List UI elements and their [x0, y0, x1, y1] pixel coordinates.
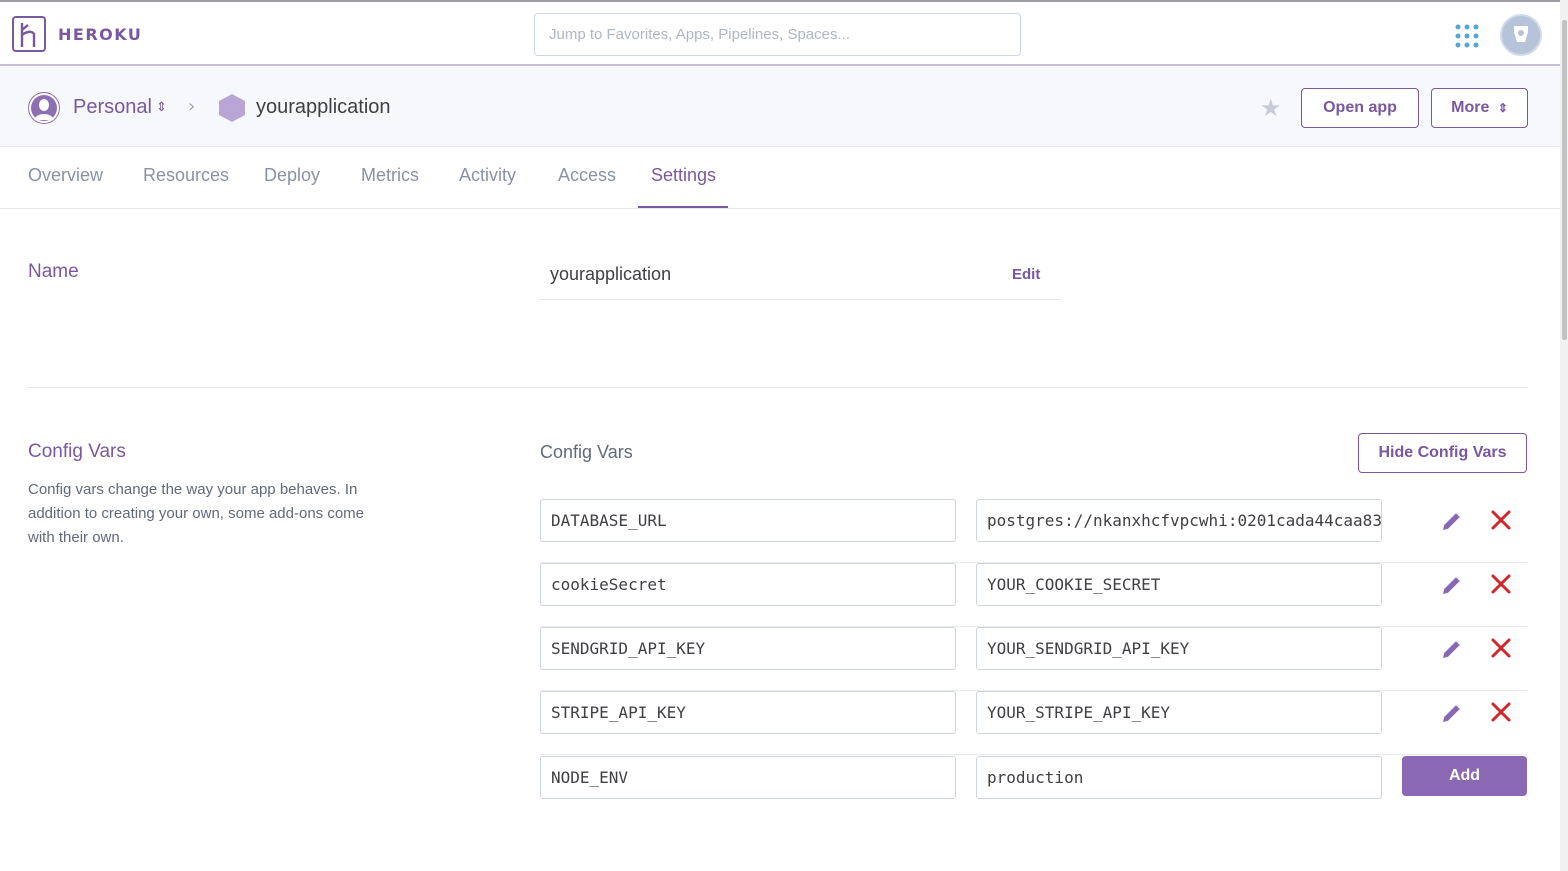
- pencil-icon[interactable]: [1440, 509, 1464, 533]
- section-divider: [28, 387, 1528, 388]
- config-var-key-field[interactable]: SENDGRID_API_KEY: [540, 627, 956, 670]
- config-var-row: STRIPE_API_KEY YOUR_STRIPE_API_KEY: [540, 691, 1527, 755]
- new-config-var-key-input[interactable]: [540, 756, 956, 799]
- config-vars-subtitle: Config Vars: [540, 442, 633, 462]
- config-vars-section-title: Config Vars: [28, 441, 126, 462]
- edit-name-link[interactable]: Edit: [1012, 266, 1040, 283]
- app-name-breadcrumb[interactable]: yourapplication: [256, 96, 391, 119]
- up-down-chevron-icon[interactable]: ⇕: [156, 100, 167, 115]
- breadcrumb-chevron-icon: ›: [188, 96, 196, 117]
- delete-x-icon[interactable]: [1490, 509, 1512, 531]
- heroku-logo[interactable]: HEROKU: [12, 16, 142, 52]
- active-tab-indicator: [638, 206, 728, 208]
- config-var-key-field[interactable]: cookieSecret: [540, 563, 956, 606]
- tab-access[interactable]: Access: [558, 165, 616, 186]
- config-vars-description: Config vars change the way your app beha…: [28, 481, 365, 546]
- scrollbar-thumb[interactable]: [1562, 20, 1567, 340]
- app-hexagon-icon: [219, 94, 245, 122]
- more-button[interactable]: More ⇕: [1431, 88, 1528, 128]
- tab-overview[interactable]: Overview: [28, 165, 103, 186]
- config-var-key-field[interactable]: STRIPE_API_KEY: [540, 691, 956, 734]
- more-chevron-icon: ⇕: [1497, 101, 1508, 115]
- app-header: Personal ⇕ › yourapplication ★ Open app …: [0, 66, 1560, 147]
- heroku-logo-icon: [12, 16, 46, 52]
- pencil-icon[interactable]: [1440, 637, 1464, 661]
- app-tabs: Overview Resources Deploy Metrics Activi…: [0, 147, 1560, 209]
- top-nav: HEROKU: [0, 0, 1560, 66]
- tab-metrics[interactable]: Metrics: [361, 165, 419, 186]
- config-var-row: SENDGRID_API_KEY YOUR_SENDGRID_API_KEY: [540, 627, 1527, 691]
- open-app-button[interactable]: Open app: [1301, 88, 1419, 128]
- delete-x-icon[interactable]: [1490, 573, 1512, 595]
- delete-x-icon[interactable]: [1490, 701, 1512, 723]
- pencil-icon[interactable]: [1440, 701, 1464, 725]
- user-avatar[interactable]: [1500, 14, 1542, 56]
- new-config-var-row: Add: [540, 756, 1527, 820]
- hide-config-vars-button[interactable]: Hide Config Vars: [1358, 433, 1527, 473]
- name-section-title: Name: [28, 261, 79, 282]
- search-input[interactable]: [534, 13, 1021, 56]
- config-var-value-field[interactable]: YOUR_SENDGRID_API_KEY: [976, 627, 1382, 670]
- config-var-value-field[interactable]: postgres://nkanxhcfvpcwhi:0201cada44caa8…: [976, 499, 1382, 542]
- app-name-value: yourapplication: [550, 264, 672, 284]
- tab-resources[interactable]: Resources: [143, 165, 229, 186]
- new-config-var-value-input[interactable]: [976, 756, 1382, 799]
- apps-grid-icon[interactable]: [1455, 24, 1479, 48]
- person-icon: [28, 92, 60, 124]
- name-underline: [540, 299, 1060, 300]
- config-var-row: cookieSecret YOUR_COOKIE_SECRET: [540, 563, 1527, 627]
- delete-x-icon[interactable]: [1490, 637, 1512, 659]
- tab-activity[interactable]: Activity: [459, 165, 516, 186]
- config-var-value-field[interactable]: YOUR_STRIPE_API_KEY: [976, 691, 1382, 734]
- config-var-value-field[interactable]: YOUR_COOKIE_SECRET: [976, 563, 1382, 606]
- tab-deploy[interactable]: Deploy: [264, 165, 320, 186]
- brand-name: HEROKU: [58, 24, 143, 44]
- config-var-key-field[interactable]: DATABASE_URL: [540, 499, 956, 542]
- avatar-figure-icon: [1514, 26, 1528, 42]
- favorite-star-icon[interactable]: ★: [1260, 94, 1282, 122]
- more-label: More: [1451, 99, 1490, 116]
- account-switcher[interactable]: Personal: [73, 96, 152, 119]
- add-config-var-button[interactable]: Add: [1402, 756, 1527, 796]
- tab-settings[interactable]: Settings: [651, 165, 716, 186]
- config-var-row: DATABASE_URL postgres://nkanxhcfvpcwhi:0…: [540, 499, 1527, 563]
- pencil-icon[interactable]: [1440, 573, 1464, 597]
